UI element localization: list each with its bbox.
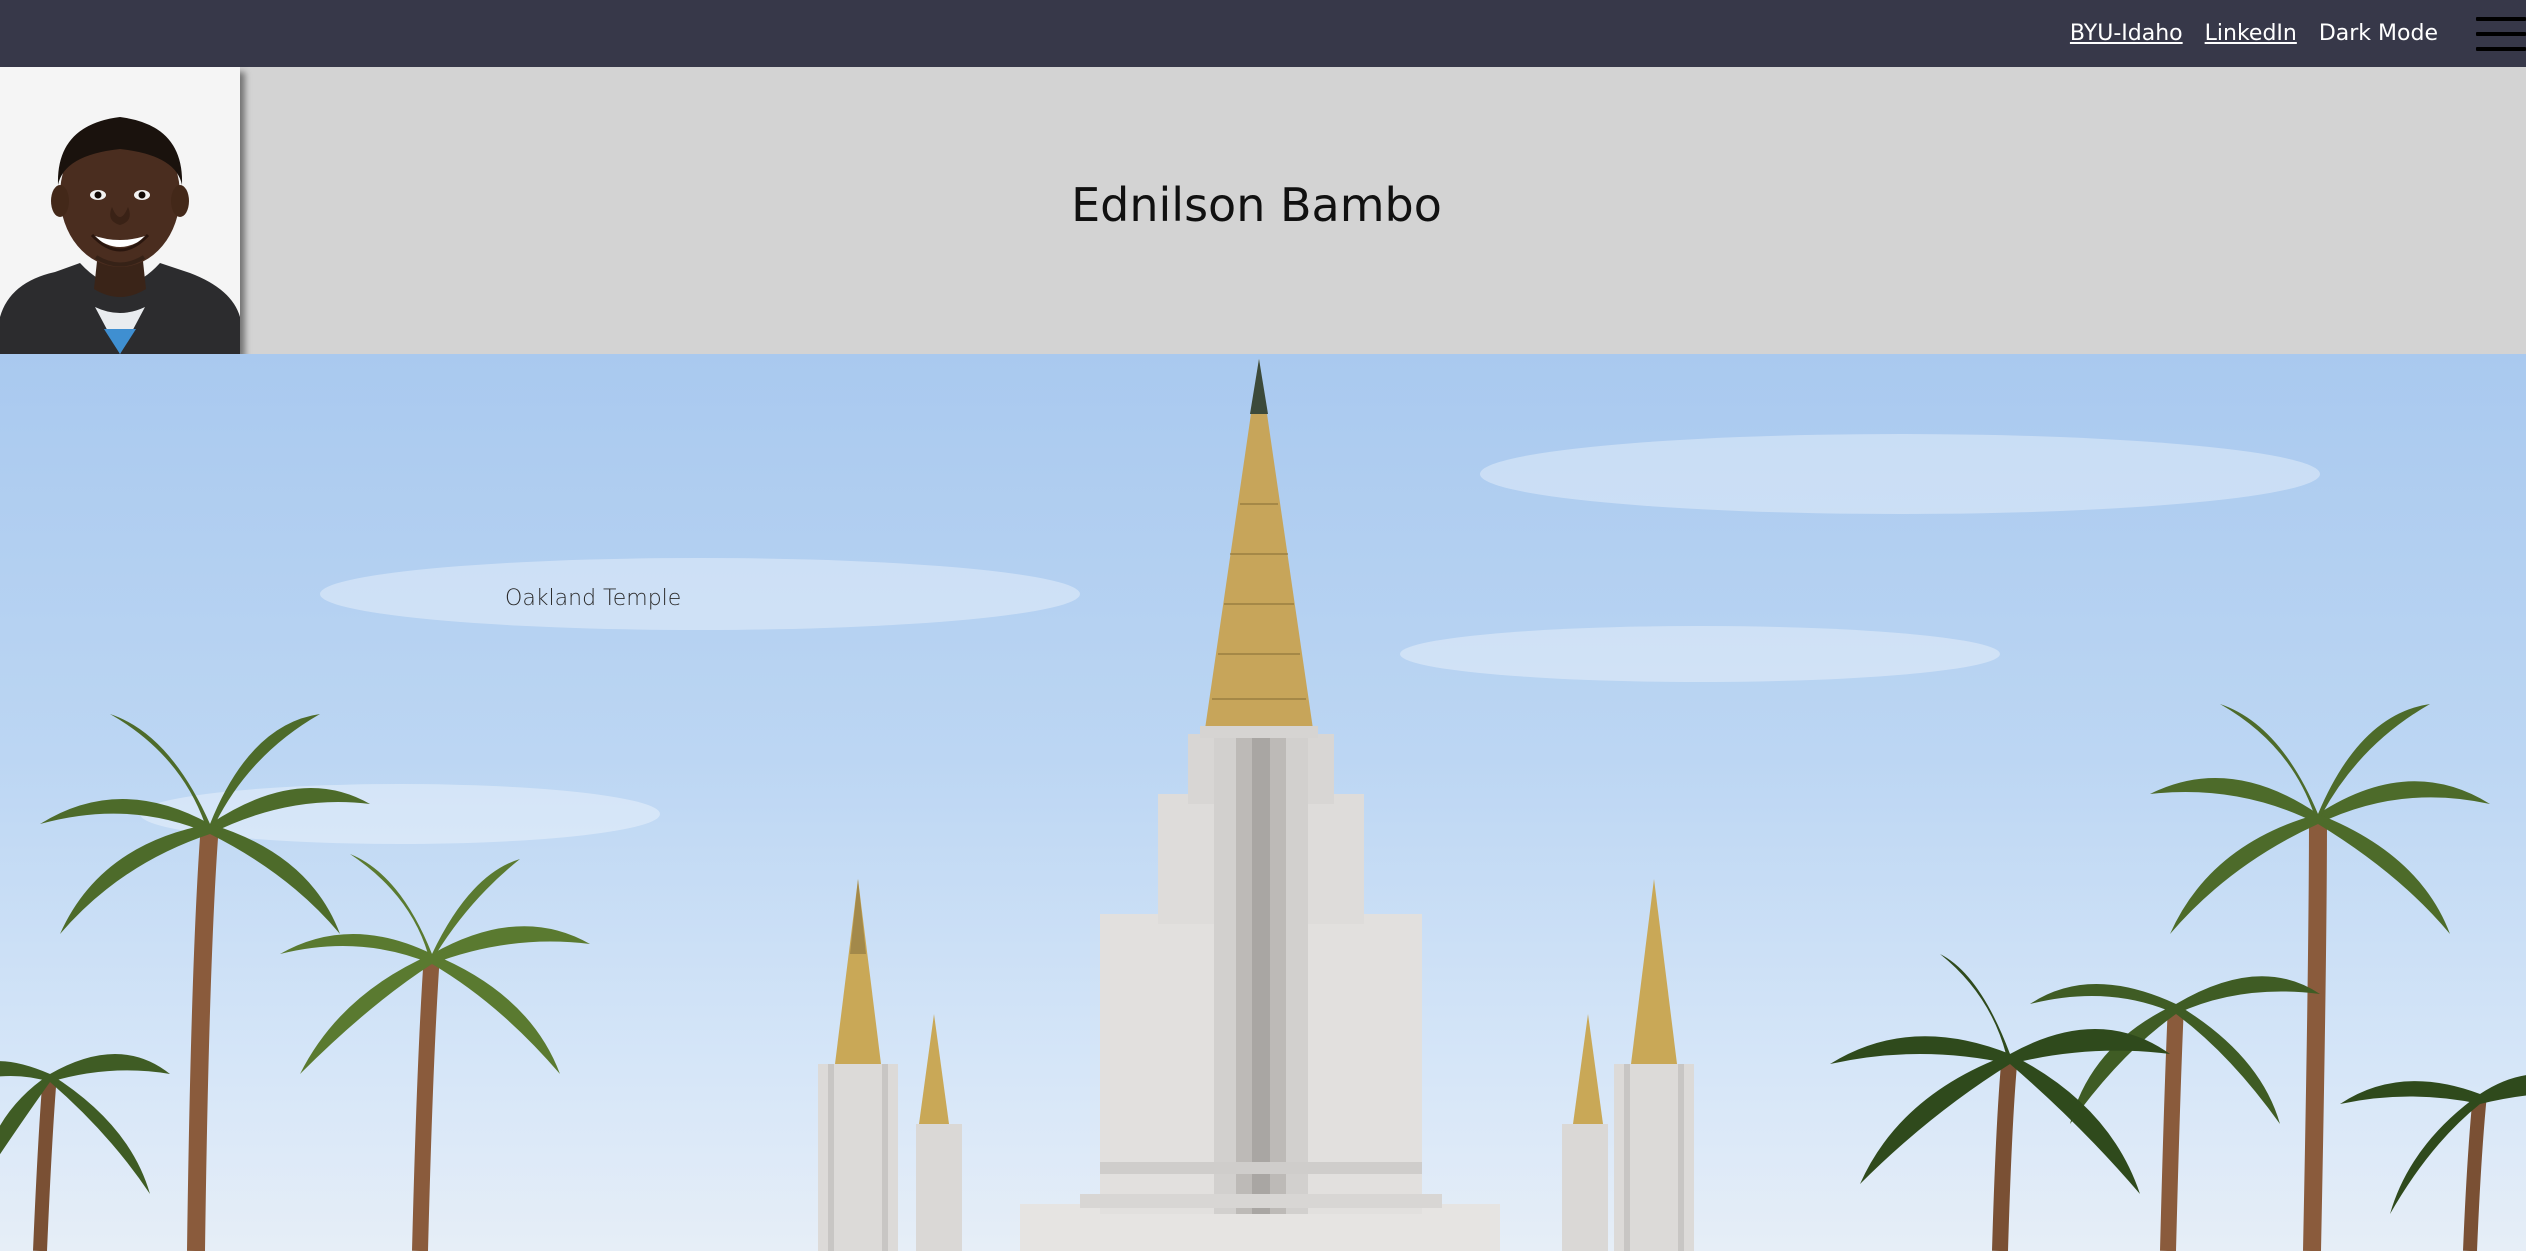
hero-image: Oakland Temple xyxy=(0,354,2526,1251)
nav-link-linkedin[interactable]: LinkedIn xyxy=(2205,21,2297,46)
hamburger-menu-icon[interactable] xyxy=(2476,17,2526,51)
dark-mode-toggle[interactable]: Dark Mode xyxy=(2319,21,2438,46)
temple-illustration xyxy=(0,359,2526,1251)
top-navigation-bar: BYU-Idaho LinkedIn Dark Mode xyxy=(0,0,2526,67)
hero-caption: Oakland Temple xyxy=(505,586,682,611)
nav-links: BYU-Idaho LinkedIn Dark Mode xyxy=(2070,0,2438,67)
nav-link-byu-idaho[interactable]: BYU-Idaho xyxy=(2070,21,2183,46)
page-title: Ednilson Bambo xyxy=(1071,178,1442,232)
